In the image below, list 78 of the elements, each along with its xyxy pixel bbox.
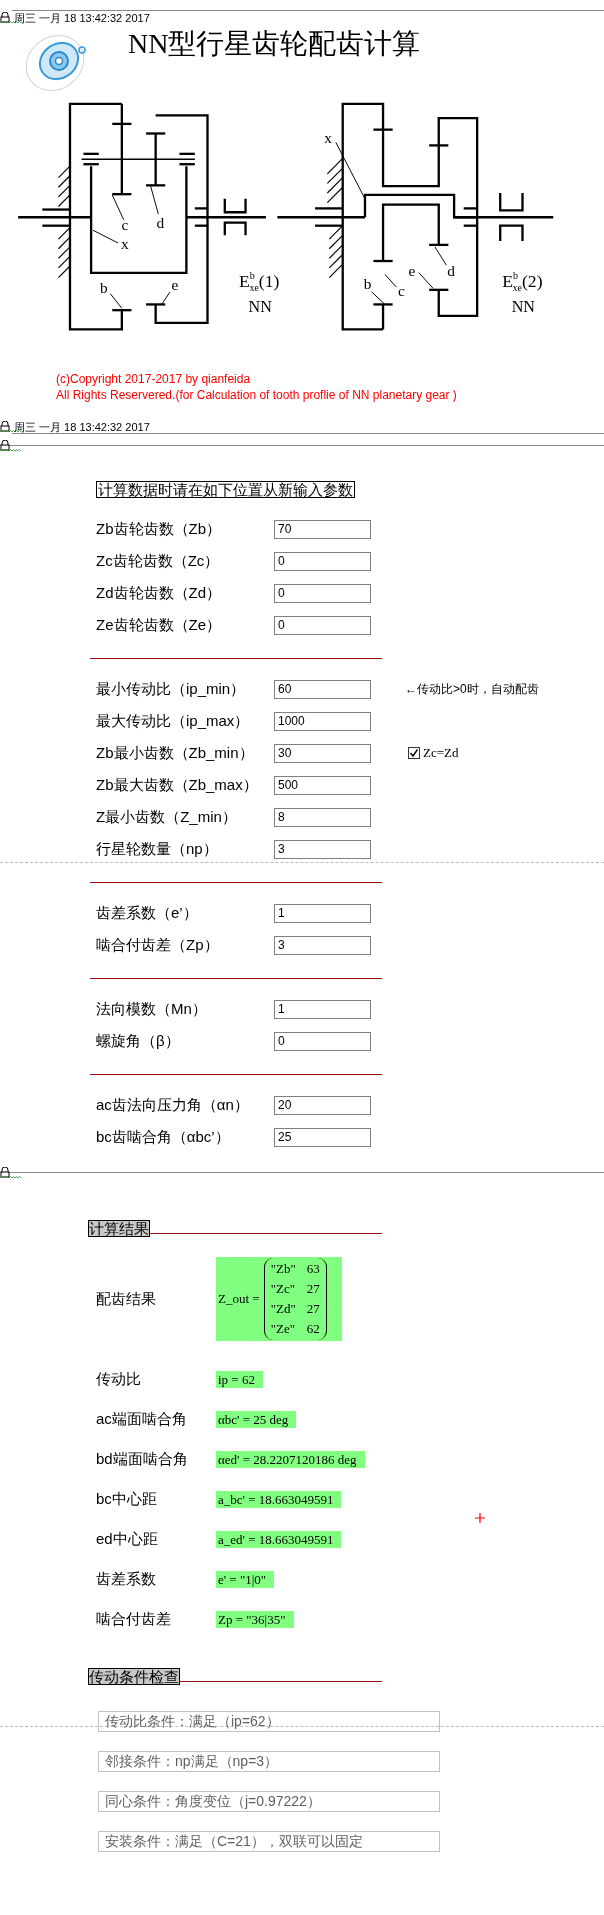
result-label: ac端面啮合角 <box>96 1408 188 1429</box>
diagram-type: NN <box>248 298 272 316</box>
gear-label: e <box>171 275 179 293</box>
timestamp: 周三 一月 18 13:42:32 2017 <box>14 419 150 435</box>
field-label: Zb最大齿数（Zb_max） <box>96 774 259 795</box>
input-field[interactable]: 0 <box>274 1031 371 1051</box>
result-value: a_ed' = 18.663049591 <box>216 1530 342 1548</box>
diagram-caption: E$^{b}$ $_{xe}$(2) <box>502 270 543 293</box>
section-heading: 计算数据时请在如下位置从新输入参数 <box>96 481 355 498</box>
result-label: 啮合付齿差 <box>96 1608 172 1629</box>
input-field[interactable]: 25 <box>274 1127 371 1147</box>
copyright-text: (c)Copyright 2017-2017 by qianfeida <box>56 371 251 387</box>
input-field[interactable]: 1 <box>274 999 371 1019</box>
input-field[interactable]: 30 <box>274 743 371 763</box>
input-field[interactable]: 500 <box>274 775 371 795</box>
result-value: a_bc' = 18.663049591 <box>216 1490 342 1508</box>
result-value: αbc' = 25 deg <box>216 1410 297 1428</box>
condition-text: 邻接条件：np满足（np=3） <box>98 1751 440 1772</box>
gear-label: x <box>121 234 129 252</box>
input-field[interactable]: 3 <box>274 839 371 859</box>
field-label: 行星轮数量（np） <box>96 838 219 859</box>
result-label: 齿差系数 <box>96 1568 157 1589</box>
gear-label: c <box>398 281 405 299</box>
result-label: bc中心距 <box>96 1488 158 1509</box>
section-heading: 传动条件检查 <box>88 1668 180 1685</box>
field-label: 法向模数（Mn） <box>96 998 208 1019</box>
field-label: Ze齿轮齿数（Ze） <box>96 614 222 635</box>
field-label: Zb最小齿数（Zb_min） <box>96 742 255 763</box>
input-field[interactable]: 20 <box>274 1095 371 1115</box>
result-label: 传动比 <box>96 1368 142 1389</box>
condition-text: 同心条件：角度变位（j=0.97222） <box>98 1791 440 1812</box>
field-label: ac齿法向压力角（αn） <box>96 1094 250 1115</box>
gear-label: b <box>99 278 108 296</box>
input-field[interactable]: 1000 <box>274 711 371 731</box>
gear-label: d <box>447 262 455 280</box>
field-label: Zc齿轮齿数（Zc） <box>96 550 221 571</box>
matrix-result: Z_out = "Zb" 63 "Zc" 27 "Zd" 27 "Ze" 62 <box>216 1257 342 1341</box>
field-label: Zd齿轮齿数（Zd） <box>96 582 222 603</box>
field-label: Zb齿轮齿数（Zb） <box>96 518 222 539</box>
field-label: 螺旋角（β） <box>96 1030 181 1051</box>
result-value: e' = "1|0" <box>216 1570 275 1588</box>
result-value: αed' = 28.2207120186 deg <box>216 1450 365 1468</box>
field-label: 最大传动比（ip_max） <box>96 710 251 731</box>
result-value: Zp = "36|35" <box>216 1610 294 1628</box>
field-label: bc齿啮合角（αbc’） <box>96 1126 231 1147</box>
field-label: 啮合付齿差（Zp） <box>96 934 220 955</box>
timestamp: 周三 一月 18 13:42:32 2017 <box>14 10 150 26</box>
diagram-type: NN <box>511 298 536 316</box>
input-field[interactable]: 0 <box>274 551 371 571</box>
condition-text: 传动比条件：满足（ip=62） <box>98 1711 440 1732</box>
gear-label: d <box>156 214 165 232</box>
input-field[interactable]: 0 <box>274 615 371 635</box>
gear-label: x <box>324 129 332 147</box>
input-field[interactable]: 70 <box>274 519 371 539</box>
result-label: ed中心距 <box>96 1528 159 1549</box>
input-field[interactable]: 1 <box>274 903 371 923</box>
field-label: Z最小齿数（Z_min） <box>96 806 238 827</box>
field-label: 齿差系数（e’） <box>96 902 199 923</box>
input-field[interactable]: 0 <box>274 583 371 603</box>
gear-label: c <box>121 216 129 234</box>
gear-label: e <box>408 261 416 279</box>
field-label: 最小传动比（ip_min） <box>96 678 247 699</box>
cursor-icon <box>475 1513 485 1523</box>
checkbox-label: Zc=Zd <box>423 744 459 763</box>
section-heading: 计算结果 <box>88 1220 150 1237</box>
input-field[interactable]: 60 <box>274 679 371 699</box>
page-title: NN型行星齿轮配齿计算 <box>128 28 421 60</box>
condition-text: 安装条件：满足（C=21），双联可以固定 <box>98 1831 440 1852</box>
note-text: ←传动比>0时，自动配齿 <box>405 681 539 698</box>
diagram-caption: E$^{b}$ $_{xe}$(1) <box>239 270 280 293</box>
checkbox[interactable] <box>408 747 420 759</box>
result-label: bd端面啮合角 <box>96 1448 189 1469</box>
copyright-text: All Rights Reservered.(for Calculation of tooth proflie of NN planetary gear ) <box>56 387 457 403</box>
input-field[interactable]: 3 <box>274 935 371 955</box>
input-field[interactable]: 8 <box>274 807 371 827</box>
result-label: 配齿结果 <box>96 1288 157 1309</box>
gear-label: b <box>363 275 372 293</box>
result-value: ip = 62 <box>216 1370 263 1388</box>
